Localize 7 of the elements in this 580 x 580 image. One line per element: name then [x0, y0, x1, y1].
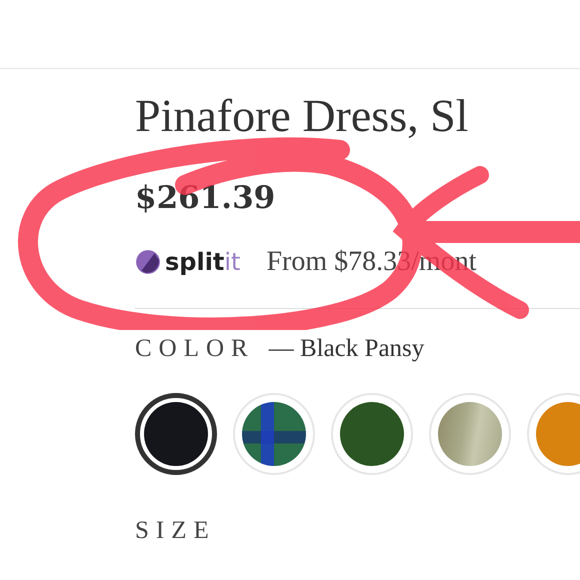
product-title: Pinafore Dress, Sl	[135, 91, 470, 142]
color-label: COLOR	[135, 334, 255, 363]
splitit-logo-icon	[135, 248, 161, 275]
price: $261.39	[135, 180, 276, 216]
color-value: — Black Pansy	[268, 334, 424, 363]
splitit-logo: splitit	[165, 248, 240, 276]
size-label: SIZE	[135, 516, 217, 545]
